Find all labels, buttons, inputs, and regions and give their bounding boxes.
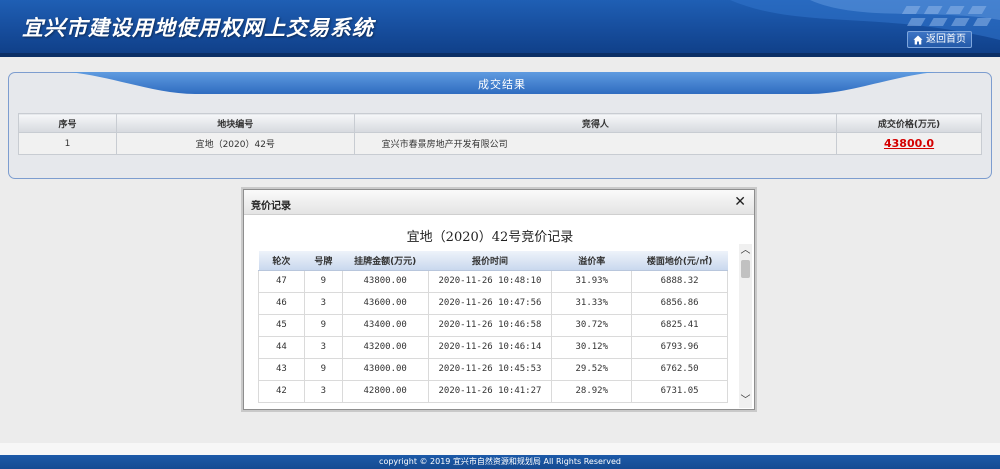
bid-floor-price: 6793.96 xyxy=(631,335,728,359)
dialog-body: 宜地（2020）42号竞价记录 轮次 号牌 挂牌金额(万元) 报价时间 溢价率 … xyxy=(244,216,754,409)
return-home-label: 返回首页 xyxy=(926,34,966,45)
return-home-button[interactable]: 返回首页 xyxy=(907,31,972,48)
bid-time: 2020-11-26 10:47:56 xyxy=(427,291,553,315)
bid-plate: 9 xyxy=(303,269,343,293)
table-row: 43 9 43000.00 2020-11-26 10:45:53 29.52%… xyxy=(258,357,728,381)
bid-record-dialog: 竞价记录 ✕ 宜地（2020）42号竞价记录 轮次 号牌 挂牌金额(万元) 报价… xyxy=(243,189,755,410)
dialog-titlebar[interactable]: 竞价记录 ✕ xyxy=(244,190,754,215)
result-price-link[interactable]: 43800.0 xyxy=(884,137,934,150)
bid-plate: 3 xyxy=(303,379,343,403)
bid-premium: 30.72% xyxy=(551,313,633,337)
bid-floor-price: 6888.32 xyxy=(631,269,728,293)
bid-time: 2020-11-26 10:41:27 xyxy=(427,379,553,403)
table-row: 1 宜地（2020）42号 宜兴市春景房地产开发有限公司 43800.0 xyxy=(18,132,982,155)
bid-amount: 43800.00 xyxy=(341,269,429,293)
scrollbar-thumb[interactable] xyxy=(741,260,750,278)
column-header-round: 轮次 xyxy=(258,251,305,271)
bid-premium: 30.12% xyxy=(551,335,633,359)
page-footer: copyright © 2019 宜兴市自然资源和规划局 All Rights … xyxy=(0,455,1000,469)
bid-round: 47 xyxy=(258,269,305,293)
bid-round: 44 xyxy=(258,335,305,359)
bid-time: 2020-11-26 10:48:10 xyxy=(427,269,553,293)
footer-copyright: copyright © 2019 宜兴市自然资源和规划局 All Rights … xyxy=(379,457,621,466)
bid-time: 2020-11-26 10:46:58 xyxy=(427,313,553,337)
bid-floor-price: 6762.50 xyxy=(631,357,728,381)
bid-premium: 29.52% xyxy=(551,357,633,381)
result-price-cell: 43800.0 xyxy=(836,132,982,155)
bid-floor-price: 6731.05 xyxy=(631,379,728,403)
column-header-floor-price: 楼面地价(元/㎡) xyxy=(631,251,728,271)
bid-plate: 3 xyxy=(303,291,343,315)
footer-spacer xyxy=(0,443,1000,455)
bid-amount: 43600.00 xyxy=(341,291,429,315)
bid-plate: 9 xyxy=(303,313,343,337)
close-icon[interactable]: ✕ xyxy=(734,194,746,210)
column-header-winner: 竞得人 xyxy=(353,113,838,133)
result-winner: 宜兴市春景房地产开发有限公司 xyxy=(353,132,838,155)
result-parcel: 宜地（2020）42号 xyxy=(115,132,355,155)
column-header-parcel: 地块编号 xyxy=(115,113,355,133)
scroll-down-icon[interactable]: ﹀ xyxy=(739,394,752,408)
bid-amount: 43000.00 xyxy=(341,357,429,381)
result-table: 序号 地块编号 竞得人 成交价格(万元) 1 宜地（2020）42号 宜兴市春景… xyxy=(18,113,982,155)
scroll-up-icon[interactable]: ︿ xyxy=(739,244,752,258)
home-icon xyxy=(913,35,923,44)
dialog-title: 竞价记录 xyxy=(251,201,291,212)
header-decoration xyxy=(730,0,1000,40)
table-row: 46 3 43600.00 2020-11-26 10:47:56 31.33%… xyxy=(258,291,728,315)
table-row: 44 3 43200.00 2020-11-26 10:46:14 30.12%… xyxy=(258,335,728,359)
bid-record-heading: 宜地（2020）42号竞价记录 xyxy=(406,230,574,245)
column-header-plate: 号牌 xyxy=(304,251,343,271)
app-title: 宜兴市建设用地使用权网上交易系统 xyxy=(22,16,374,40)
bid-floor-price: 6825.41 xyxy=(631,313,728,337)
bid-plate: 3 xyxy=(303,335,343,359)
bid-record-table: 轮次 号牌 挂牌金额(万元) 报价时间 溢价率 楼面地价(元/㎡) 47 9 4… xyxy=(258,251,728,403)
result-banner-title: 成交结果 xyxy=(478,78,526,91)
bid-amount: 42800.00 xyxy=(341,379,429,403)
bid-round: 43 xyxy=(258,357,305,381)
column-header-price: 成交价格(万元) xyxy=(836,113,982,133)
bid-round: 46 xyxy=(258,291,305,315)
bid-premium: 31.93% xyxy=(551,269,633,293)
bid-round: 45 xyxy=(258,313,305,337)
bid-round: 42 xyxy=(258,379,305,403)
bid-amount: 43200.00 xyxy=(341,335,429,359)
table-row: 47 9 43800.00 2020-11-26 10:48:10 31.93%… xyxy=(258,269,728,293)
dialog-scrollbar[interactable]: ︿ ﹀ xyxy=(739,244,752,408)
bid-table-header: 轮次 号牌 挂牌金额(万元) 报价时间 溢价率 楼面地价(元/㎡) xyxy=(258,251,728,271)
bid-amount: 43400.00 xyxy=(341,313,429,337)
column-header-index: 序号 xyxy=(18,113,117,133)
table-row: 45 9 43400.00 2020-11-26 10:46:58 30.72%… xyxy=(258,313,728,337)
bid-time: 2020-11-26 10:45:53 xyxy=(427,357,553,381)
column-header-time: 报价时间 xyxy=(428,251,552,271)
bid-premium: 31.33% xyxy=(551,291,633,315)
transaction-result-panel: 成交结果 序号 地块编号 竞得人 成交价格(万元) 1 宜地（2020）42号 … xyxy=(8,72,992,179)
result-index: 1 xyxy=(18,132,117,155)
bid-floor-price: 6856.86 xyxy=(631,291,728,315)
table-row: 42 3 42800.00 2020-11-26 10:41:27 28.92%… xyxy=(258,379,728,403)
bid-time: 2020-11-26 10:46:14 xyxy=(427,335,553,359)
bid-premium: 28.92% xyxy=(551,379,633,403)
bid-plate: 9 xyxy=(303,357,343,381)
column-header-premium: 溢价率 xyxy=(551,251,632,271)
column-header-amount: 挂牌金额(万元) xyxy=(342,251,429,271)
result-table-header: 序号 地块编号 竞得人 成交价格(万元) xyxy=(18,113,982,133)
app-header: 宜兴市建设用地使用权网上交易系统 返回首页 xyxy=(0,0,1000,57)
